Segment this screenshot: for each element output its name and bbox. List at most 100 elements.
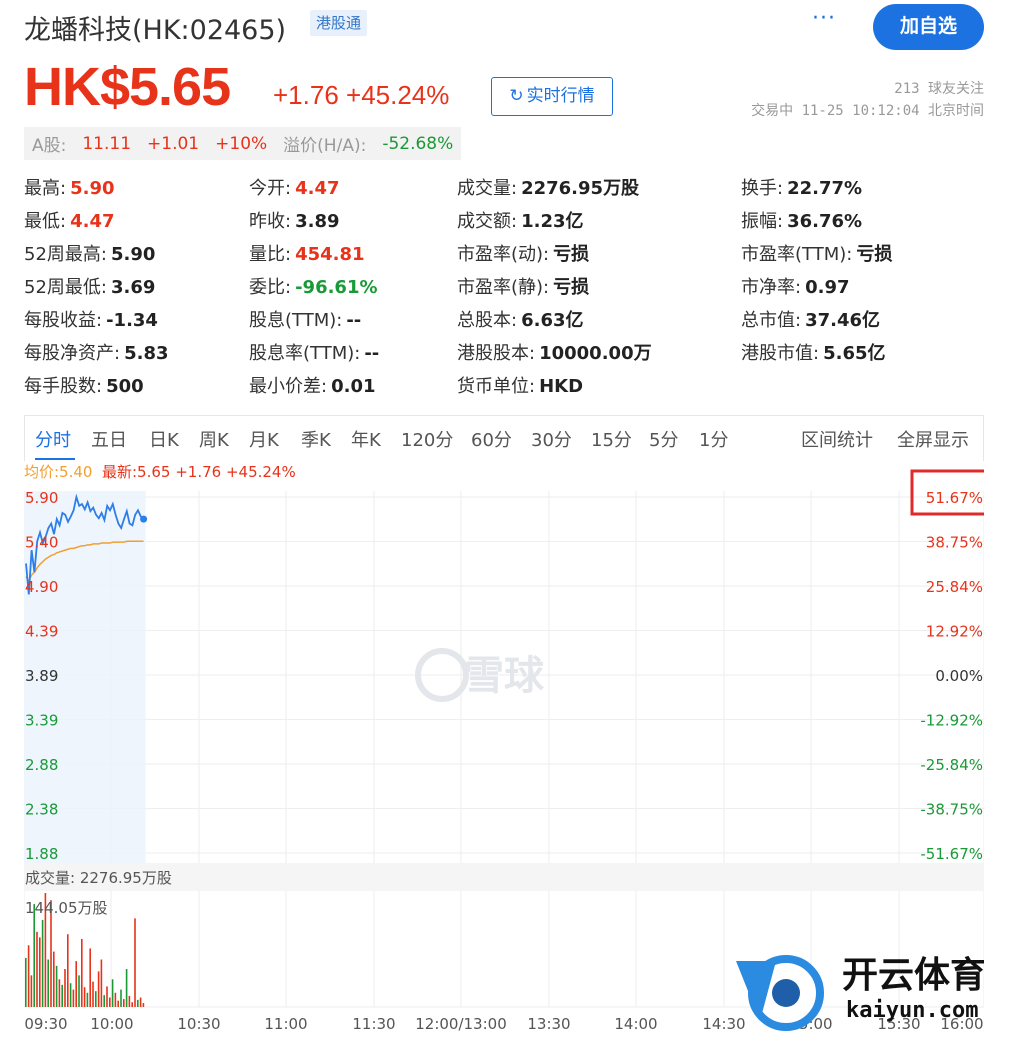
stat-value: -1.34 (106, 310, 158, 331)
stat-label: 最小价差: (249, 376, 328, 397)
x-tick-label: 13:30 (527, 1015, 570, 1033)
stat-value: 5.83 (124, 343, 169, 364)
tab-7[interactable]: 120分 (401, 426, 453, 452)
volume-bar (69, 983, 72, 1007)
volume-bar (61, 984, 63, 1007)
volume-bar (106, 986, 108, 1007)
price-change: +1.76 +45.24% (273, 80, 450, 110)
tab-3[interactable]: 周K (199, 426, 229, 452)
stat-item: 最小价差: 0.01 (249, 372, 376, 398)
a-share-change: +1.01 (147, 133, 200, 154)
stat-label: 成交额: (457, 211, 518, 232)
x-tick-label: 14:00 (614, 1015, 657, 1033)
stat-label: 港股市值: (741, 343, 820, 364)
tab-11[interactable]: 5分 (649, 426, 678, 452)
tab-4[interactable]: 月K (249, 426, 279, 452)
stat-label: 市净率: (741, 277, 802, 298)
stat-value: -- (364, 343, 380, 364)
add-to-watchlist-button[interactable]: 加自选 (873, 4, 984, 50)
tab-12[interactable]: 1分 (699, 426, 728, 452)
price-tick-label: 1.88 (25, 845, 58, 863)
stat-item: 总股本: 6.63亿 (457, 306, 584, 332)
more-options-icon[interactable]: ··· (812, 6, 836, 31)
stat-label: 最低: (24, 211, 67, 232)
tab-8[interactable]: 60分 (471, 426, 512, 452)
stat-label: 总股本: (457, 310, 518, 331)
a-share-bar[interactable]: A股: 11.11 +1.01 +10% 溢价(H/A): -52.68% (24, 127, 462, 160)
stat-label: 委比: (249, 277, 292, 298)
price-tick-label: 4.90 (25, 578, 58, 596)
tab-2[interactable]: 日K (149, 426, 179, 452)
volume-bar (55, 965, 58, 1007)
price-tick-label: 2.38 (25, 801, 58, 819)
active-tab-underline (35, 458, 75, 460)
stat-item: 总市值: 37.46亿 (741, 306, 880, 332)
tab-6[interactable]: 年K (351, 426, 381, 452)
realtime-quote-button[interactable]: ↻ 实时行情 (491, 77, 613, 116)
brand-logo-ball-core-icon (772, 979, 800, 1007)
stat-value: 5.90 (70, 178, 115, 199)
volume-bar (131, 1002, 133, 1007)
volume-bar (72, 989, 75, 1007)
stat-label: 换手: (741, 178, 784, 199)
stat-item: 最低: 4.47 (24, 207, 115, 233)
volume-bar (125, 969, 128, 1007)
tab-10[interactable]: 15分 (591, 426, 632, 452)
volume-bar (109, 997, 111, 1007)
tab-1[interactable]: 五日 (91, 426, 127, 452)
stat-item: 市盈率(动): 亏损 (457, 240, 589, 266)
tab-0[interactable]: 分时 (35, 426, 71, 452)
intraday-chart[interactable]: 雪球 均价:5.40 最新:5.65 +1.76 +45.24% 5.90 51.67%… (24, 461, 984, 1045)
volume-bar (114, 992, 117, 1007)
brand-name: 开云体育 (842, 955, 984, 996)
volume-bar (137, 999, 139, 1007)
hk-connect-badge[interactable]: 港股通 (310, 10, 368, 36)
volume-max-label: 144.05万股 (25, 899, 108, 917)
volume-bar (139, 997, 142, 1007)
stock-title: 龙蟠科技(HK:02465) (24, 15, 287, 46)
watermark-text: 雪球 (464, 653, 545, 699)
stat-label: 市盈率(TTM): (741, 244, 853, 265)
stat-value: 500 (106, 376, 144, 397)
price-tick-label: 2.88 (25, 756, 58, 774)
followers-count[interactable]: 213 球友关注 (894, 78, 984, 98)
stat-value: 1.23亿 (521, 211, 584, 232)
premium-label: 溢价(H/A): (283, 136, 367, 156)
volume-bar (25, 957, 27, 1007)
tab-5[interactable]: 季K (301, 426, 331, 452)
latest-point-dot (140, 515, 148, 523)
stat-label: 昨收: (249, 211, 292, 232)
refresh-icon: ↻ (509, 86, 524, 106)
stat-value: 亏损 (553, 277, 590, 298)
fullscreen-button[interactable]: 全屏显示 (897, 426, 969, 452)
stat-label: 股息(TTM): (249, 310, 343, 331)
stat-label: 货币单位: (457, 376, 536, 397)
stat-value: 3.89 (295, 211, 340, 232)
volume-bar (100, 959, 103, 1007)
stat-value: 10000.00万 (539, 343, 652, 364)
intraday-chart-svg[interactable]: 雪球 均价:5.40 最新:5.65 +1.76 +45.24% 5.90 51.67%… (24, 461, 984, 1045)
stat-item: 市盈率(TTM): 亏损 (741, 240, 892, 266)
stat-value: -- (346, 310, 362, 331)
range-stats-button[interactable]: 区间统计 (801, 426, 873, 452)
volume-bar (123, 999, 125, 1007)
stat-value: 4.47 (295, 178, 340, 199)
volume-bar (97, 971, 100, 1007)
avg-price-legend: 均价:5.40 (24, 463, 92, 481)
stat-item: 52周最高: 5.90 (24, 240, 155, 266)
volume-bar (86, 992, 89, 1007)
x-tick-label: 09:30 (24, 1015, 67, 1033)
trade-status: 交易中 11-25 10:12:04 北京时间 (751, 103, 984, 119)
tab-9[interactable]: 30分 (531, 426, 572, 452)
volume-bar (30, 975, 33, 1007)
stat-item: 成交量: 2276.95万股 (457, 174, 639, 200)
stat-value: 亏损 (553, 244, 590, 265)
stat-label: 市盈率(静): (457, 277, 550, 298)
premium-value: -52.68% (382, 133, 454, 154)
volume-bar (111, 979, 114, 1007)
volume-bar (103, 995, 105, 1007)
volume-bar (142, 1003, 145, 1007)
stat-item: 换手: 22.77% (741, 174, 862, 200)
stat-label: 今开: (249, 178, 292, 199)
stat-item: 今开: 4.47 (249, 174, 340, 200)
